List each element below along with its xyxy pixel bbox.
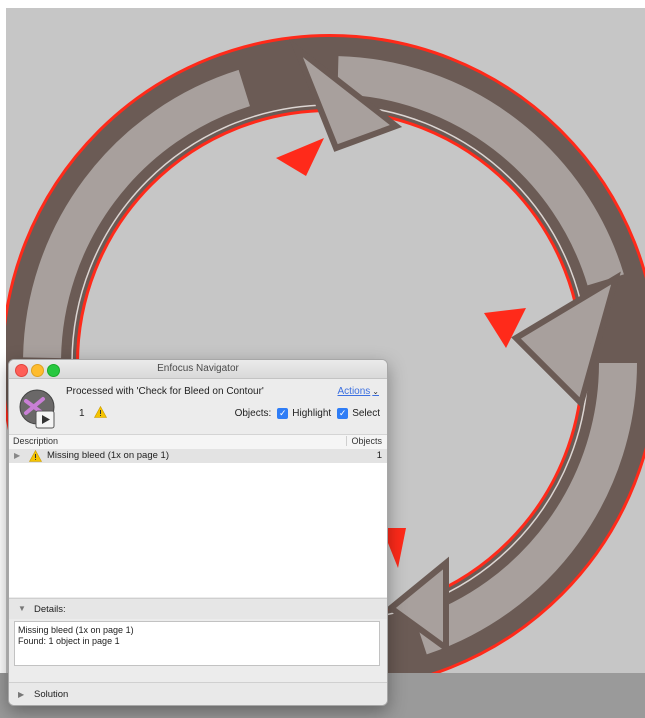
result-row[interactable]: ▶ Missing bleed (1x on page 1) 1 bbox=[9, 449, 387, 463]
processed-profile-text: Processed with 'Check for Bleed on Conto… bbox=[66, 386, 264, 397]
objects-label: Objects: bbox=[234, 408, 272, 419]
navigator-logo-icon bbox=[19, 389, 55, 429]
solution-section-header[interactable]: ▶ Solution bbox=[9, 682, 387, 705]
details-line-1: Missing bleed (1x on page 1) bbox=[18, 625, 134, 635]
highlight-label: Highlight bbox=[292, 408, 332, 419]
disclosure-triangle-icon[interactable]: ▶ bbox=[18, 690, 24, 699]
details-text-box: Missing bleed (1x on page 1) Found: 1 ob… bbox=[14, 621, 380, 666]
select-checkbox[interactable]: ✓ bbox=[337, 408, 349, 419]
chevron-down-icon: ⌄ bbox=[372, 387, 379, 396]
result-count: 1 bbox=[376, 450, 382, 461]
details-label: Details: bbox=[34, 604, 66, 615]
details-line-2: Found: 1 object in page 1 bbox=[18, 636, 120, 646]
title-bar[interactable]: Enfocus Navigator bbox=[9, 360, 387, 379]
warning-icon bbox=[94, 406, 107, 418]
results-list[interactable]: ▶ Missing bleed (1x on page 1) 1 bbox=[9, 449, 387, 597]
result-label: Missing bleed (1x on page 1) bbox=[47, 450, 169, 461]
window-title: Enfocus Navigator bbox=[157, 363, 239, 374]
highlight-checkbox[interactable]: ✓ bbox=[277, 408, 289, 419]
column-description[interactable]: Description bbox=[13, 436, 58, 446]
objects-options: Objects: ✓ Highlight ✓ Select bbox=[235, 408, 380, 419]
results-column-header: Description Objects bbox=[9, 434, 387, 450]
solution-label: Solution bbox=[34, 689, 69, 700]
checkmark-icon: ✓ bbox=[279, 408, 287, 418]
issue-count: 1 bbox=[79, 408, 85, 419]
details-section-header[interactable]: ▼ Details: bbox=[9, 598, 387, 619]
navigator-window: Enfocus Navigator Processed with 'Check … bbox=[8, 359, 388, 706]
disclosure-triangle-icon[interactable]: ▶ bbox=[14, 451, 20, 460]
select-label: Select bbox=[352, 408, 380, 419]
bleed-notch-top bbox=[276, 138, 324, 176]
disclosure-triangle-icon[interactable]: ▼ bbox=[18, 604, 26, 613]
actions-menu-button[interactable]: Actions ⌄ bbox=[338, 386, 380, 397]
warning-icon bbox=[29, 450, 42, 462]
checkmark-icon: ✓ bbox=[338, 408, 347, 418]
report-header: Processed with 'Check for Bleed on Conto… bbox=[9, 379, 387, 433]
column-objects[interactable]: Objects bbox=[346, 436, 382, 446]
actions-label: Actions bbox=[337, 386, 371, 397]
